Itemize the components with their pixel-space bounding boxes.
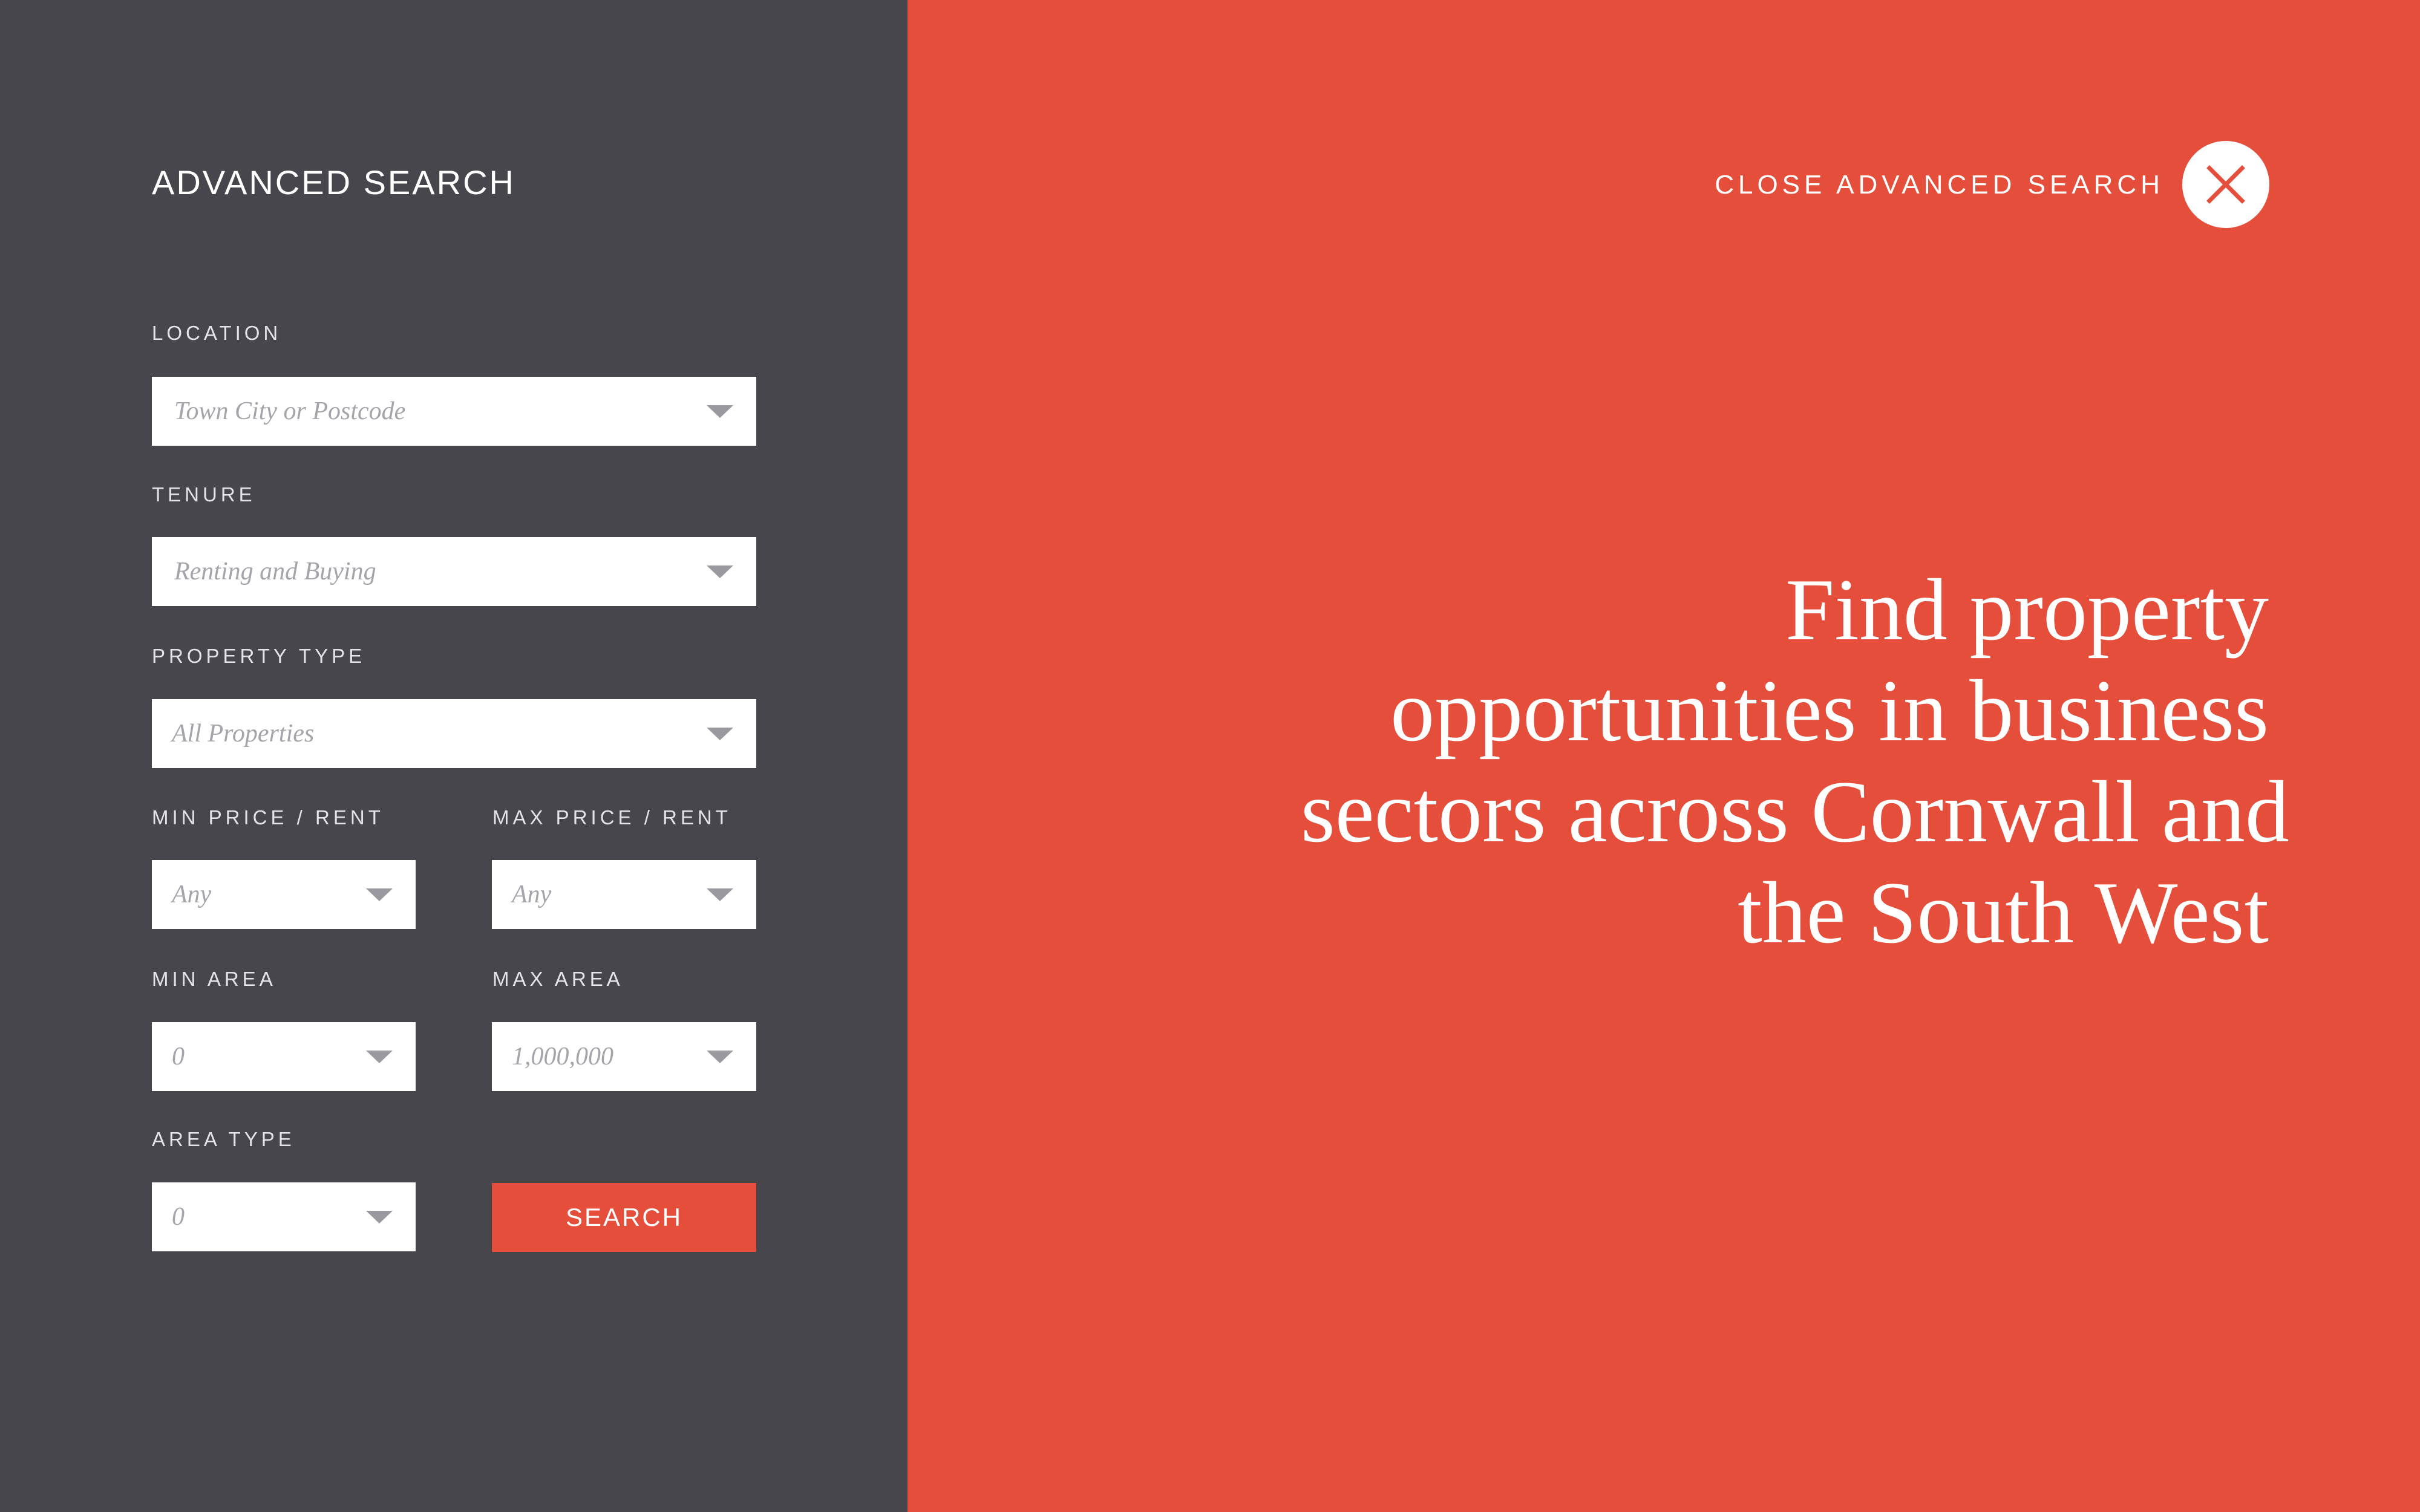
min-area-value: 0 [172,1043,185,1070]
area-type-label: AREA TYPE [152,1128,295,1150]
min-area-select[interactable]: 0 [152,1022,416,1091]
min-price-select[interactable]: Any [152,860,416,929]
advanced-search-panel: ADVANCED SEARCH LOCATION Town City or Po… [0,0,908,1512]
close-advanced-search-link[interactable]: CLOSE ADVANCED SEARCH [1715,168,2164,202]
max-area-select[interactable]: 1,000,000 [492,1022,756,1091]
area-type-select[interactable]: 0 [152,1182,416,1251]
tenure-select[interactable]: Renting and Buying [152,537,756,606]
property-type-select[interactable]: All Properties [152,699,756,768]
min-price-value: Any [172,881,212,908]
property-type-label: PROPERTY TYPE [152,645,366,667]
chevron-down-icon [366,1211,393,1224]
max-price-value: Any [512,881,552,908]
headline-line: sectors across Cornwall and [1301,763,2289,861]
tenure-value: Renting and Buying [174,558,376,585]
max-price-label: MAX PRICE / RENT [492,806,731,829]
chevron-down-icon [707,888,733,901]
max-area-value: 1,000,000 [512,1043,613,1070]
area-type-value: 0 [172,1203,185,1231]
chevron-down-icon [366,888,393,901]
chevron-down-icon [366,1051,393,1063]
location-value: Town City or Postcode [174,397,406,425]
chevron-down-icon [707,728,733,740]
close-button[interactable] [2182,141,2269,228]
location-select[interactable]: Town City or Postcode [152,377,756,446]
tenure-label: TENURE [152,483,256,506]
headline-line: opportunities in business [1390,662,2269,760]
hero-headline: Find property opportunities in business … [1301,559,2289,963]
headline-line: Find property [1785,561,2269,659]
min-area-label: MIN AREA [152,968,276,990]
max-price-select[interactable]: Any [492,860,756,929]
min-price-label: MIN PRICE / RENT [152,806,384,829]
chevron-down-icon [707,405,733,418]
location-label: LOCATION [152,322,282,344]
chevron-down-icon [707,1051,733,1063]
search-button[interactable]: SEARCH [492,1183,756,1252]
headline-line: the South West [1738,864,2269,962]
panel-title: ADVANCED SEARCH [152,163,515,201]
property-type-value: All Properties [172,720,315,748]
max-area-label: MAX AREA [492,968,624,990]
close-icon [2206,165,2245,204]
chevron-down-icon [707,565,733,578]
